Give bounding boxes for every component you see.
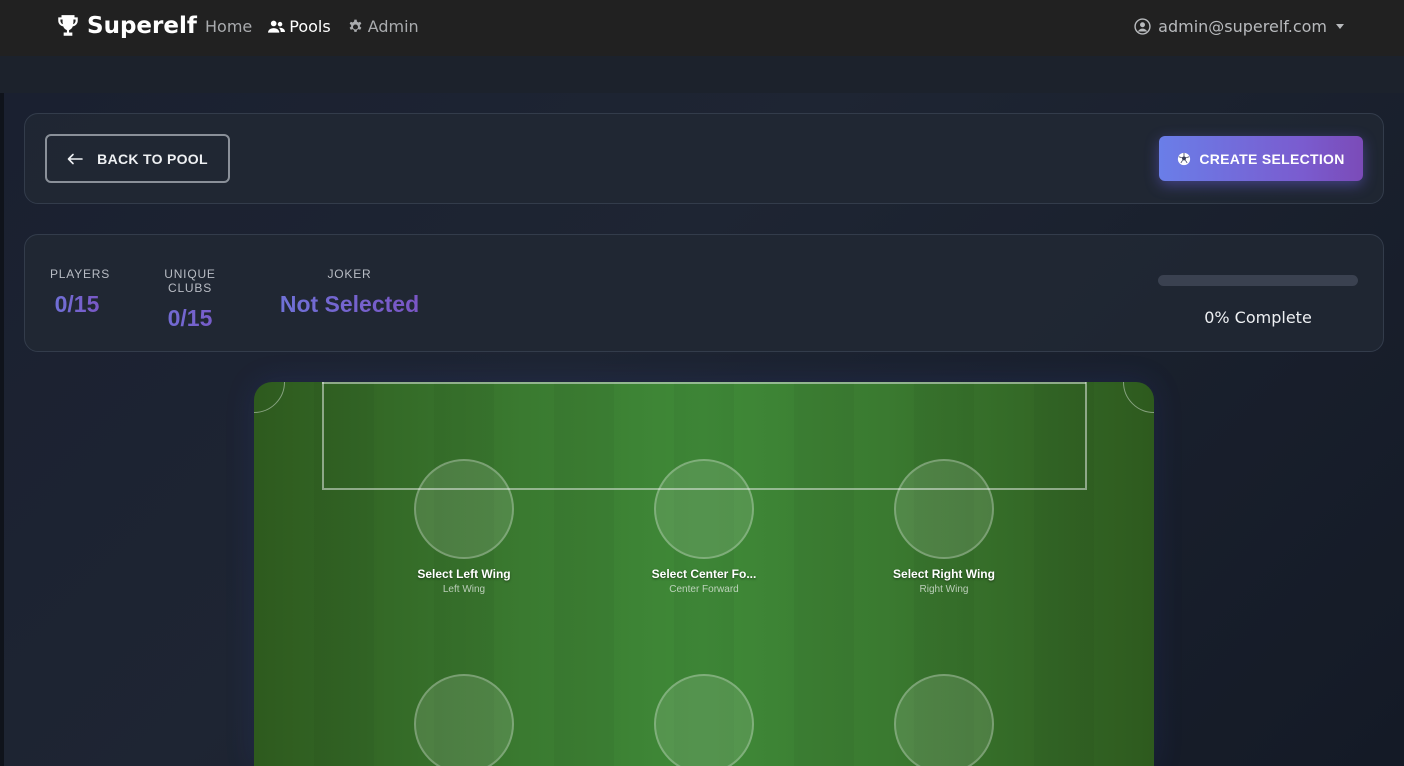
player-slot-position: Left Wing bbox=[442, 584, 486, 595]
action-card: BACK TO POOL CREATE SELECTION bbox=[24, 113, 1384, 204]
players-stat-value: 0/15 bbox=[50, 291, 104, 318]
back-to-pool-label: BACK TO POOL bbox=[97, 150, 208, 167]
progress-track bbox=[1158, 275, 1358, 286]
joker-stat-value: Not Selected bbox=[276, 291, 423, 318]
top-navbar: Superelf Home Pools Admin admin@superelf… bbox=[0, 0, 1404, 56]
player-slot-midfield-center[interactable] bbox=[624, 674, 784, 766]
user-circle-icon bbox=[1134, 18, 1151, 35]
trophy-icon bbox=[58, 15, 78, 36]
completion-progress: 0% Complete bbox=[1158, 275, 1358, 327]
joker-stat: JOKER Not Selected bbox=[276, 267, 423, 318]
user-email: admin@superelf.com bbox=[1158, 17, 1327, 36]
player-slot-midfield-left[interactable] bbox=[384, 674, 544, 766]
users-icon bbox=[268, 20, 286, 33]
player-slot-circle[interactable] bbox=[654, 459, 754, 559]
nav-link-pools[interactable]: Pools bbox=[268, 17, 331, 36]
player-slot-right-wing[interactable]: Select Right Wing Right Wing bbox=[864, 459, 1024, 595]
nav-links: Home Pools Admin bbox=[205, 17, 419, 36]
players-stat-label: PLAYERS bbox=[50, 267, 111, 281]
player-slot-name: Select Left Wing bbox=[417, 567, 511, 581]
nav-link-admin[interactable]: Admin bbox=[347, 17, 419, 36]
player-slot-circle[interactable] bbox=[414, 459, 514, 559]
soccer-ball-icon bbox=[1178, 152, 1191, 165]
unique-clubs-stat: UNIQUE CLUBS 0/15 bbox=[143, 267, 237, 332]
player-slot-midfield-right[interactable] bbox=[864, 674, 1024, 766]
create-selection-button[interactable]: CREATE SELECTION bbox=[1159, 136, 1363, 181]
stats-card: PLAYERS 0/15 UNIQUE CLUBS 0/15 JOKER Not… bbox=[24, 234, 1384, 352]
arrow-left-icon bbox=[67, 153, 83, 164]
players-stat: PLAYERS 0/15 bbox=[50, 267, 111, 318]
nav-link-home[interactable]: Home bbox=[205, 17, 252, 36]
sub-header-bar bbox=[0, 56, 1404, 93]
chevron-down-icon bbox=[1336, 24, 1344, 29]
player-slot-circle[interactable] bbox=[414, 674, 514, 766]
football-pitch: Select Left Wing Left Wing Select Center… bbox=[254, 382, 1154, 766]
player-slot-position: Right Wing bbox=[919, 584, 969, 595]
nav-link-label: Pools bbox=[289, 17, 331, 36]
brand-logo[interactable]: Superelf bbox=[55, 13, 197, 39]
nav-link-label: Admin bbox=[367, 17, 419, 36]
brand-name: Superelf bbox=[87, 13, 197, 39]
player-slot-circle[interactable] bbox=[654, 674, 754, 766]
create-selection-label: CREATE SELECTION bbox=[1199, 150, 1345, 167]
user-menu-dropdown[interactable]: admin@superelf.com bbox=[1134, 17, 1344, 36]
unique-clubs-stat-value: 0/15 bbox=[143, 305, 237, 332]
player-slot-position: Center Forward bbox=[669, 584, 739, 595]
player-slot-center-forward[interactable]: Select Center Fo... Center Forward bbox=[624, 459, 784, 595]
back-to-pool-button[interactable]: BACK TO POOL bbox=[45, 134, 230, 183]
joker-stat-label: JOKER bbox=[327, 267, 372, 281]
player-slot-left-wing[interactable]: Select Left Wing Left Wing bbox=[384, 459, 544, 595]
unique-clubs-stat-label: UNIQUE CLUBS bbox=[164, 267, 216, 295]
player-slot-name: Select Center Fo... bbox=[651, 567, 757, 581]
progress-text: 0% Complete bbox=[1204, 308, 1312, 327]
player-slot-circle[interactable] bbox=[894, 459, 994, 559]
nav-link-label: Home bbox=[205, 17, 253, 36]
gear-icon bbox=[349, 19, 362, 32]
player-slot-circle[interactable] bbox=[894, 674, 994, 766]
player-slot-name: Select Right Wing bbox=[893, 567, 995, 581]
